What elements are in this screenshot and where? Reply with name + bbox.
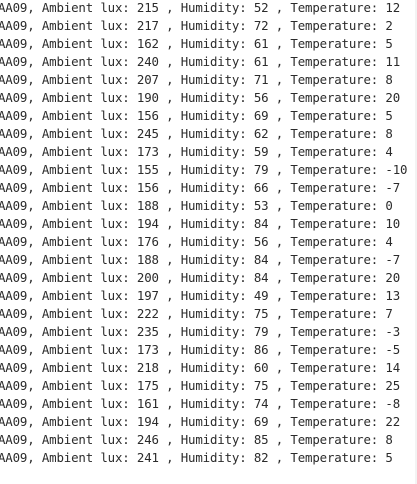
console-line: AA09, Ambient lux: 207 , Humidity: 71 , … xyxy=(0,72,393,87)
console-line: AA09, Ambient lux: 156 , Humidity: 69 , … xyxy=(0,108,393,123)
console-line: AA09, Ambient lux: 173 , Humidity: 59 , … xyxy=(0,144,393,159)
serial-console-output: AA09, Ambient lux: 215 , Humidity: 52 , … xyxy=(0,0,417,484)
console-line: AA09, Ambient lux: 155 , Humidity: 79 , … xyxy=(0,162,408,177)
console-line: AA09, Ambient lux: 246 , Humidity: 85 , … xyxy=(0,432,393,447)
console-line: AA09, Ambient lux: 162 , Humidity: 61 , … xyxy=(0,36,393,51)
console-line: AA09, Ambient lux: 215 , Humidity: 52 , … xyxy=(0,0,401,15)
console-line: AA09, Ambient lux: 200 , Humidity: 84 , … xyxy=(0,270,401,285)
console-line: AA09, Ambient lux: 240 , Humidity: 61 , … xyxy=(0,54,401,69)
console-line: AA09, Ambient lux: 173 , Humidity: 86 , … xyxy=(0,342,401,357)
console-line: AA09, Ambient lux: 235 , Humidity: 79 , … xyxy=(0,324,401,339)
console-line: AA09, Ambient lux: 188 , Humidity: 53 , … xyxy=(0,198,393,213)
console-line: AA09, Ambient lux: 188 , Humidity: 84 , … xyxy=(0,252,401,267)
console-line: AA09, Ambient lux: 241 , Humidity: 82 , … xyxy=(0,450,393,465)
console-line: AA09, Ambient lux: 245 , Humidity: 62 , … xyxy=(0,126,393,141)
console-line: AA09, Ambient lux: 197 , Humidity: 49 , … xyxy=(0,288,401,303)
console-line: AA09, Ambient lux: 161 , Humidity: 74 , … xyxy=(0,396,401,411)
console-line: AA09, Ambient lux: 194 , Humidity: 69 , … xyxy=(0,414,401,429)
console-line: AA09, Ambient lux: 175 , Humidity: 75 , … xyxy=(0,378,401,393)
console-line: AA09, Ambient lux: 218 , Humidity: 60 , … xyxy=(0,360,401,375)
console-line: AA09, Ambient lux: 156 , Humidity: 66 , … xyxy=(0,180,401,195)
console-line: AA09, Ambient lux: 176 , Humidity: 56 , … xyxy=(0,234,393,249)
console-line: AA09, Ambient lux: 194 , Humidity: 84 , … xyxy=(0,216,401,231)
console-line: AA09, Ambient lux: 190 , Humidity: 56 , … xyxy=(0,90,401,105)
console-line: AA09, Ambient lux: 217 , Humidity: 72 , … xyxy=(0,18,393,33)
console-line: AA09, Ambient lux: 222 , Humidity: 75 , … xyxy=(0,306,393,321)
